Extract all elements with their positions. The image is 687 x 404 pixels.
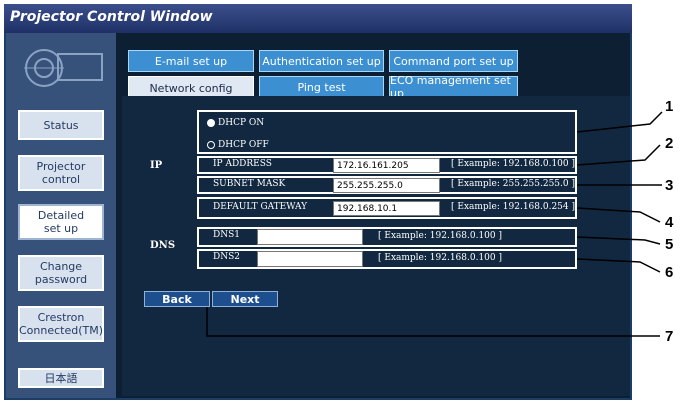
callout-6: 6	[665, 264, 674, 281]
callout-7: 7	[665, 328, 674, 345]
callout-5: 5	[665, 236, 674, 253]
callout-3: 3	[665, 177, 674, 194]
callout-1: 1	[665, 98, 674, 115]
callout-2: 2	[665, 135, 674, 152]
callout-leader-lines	[206, 111, 663, 337]
callout-4: 4	[665, 214, 674, 231]
